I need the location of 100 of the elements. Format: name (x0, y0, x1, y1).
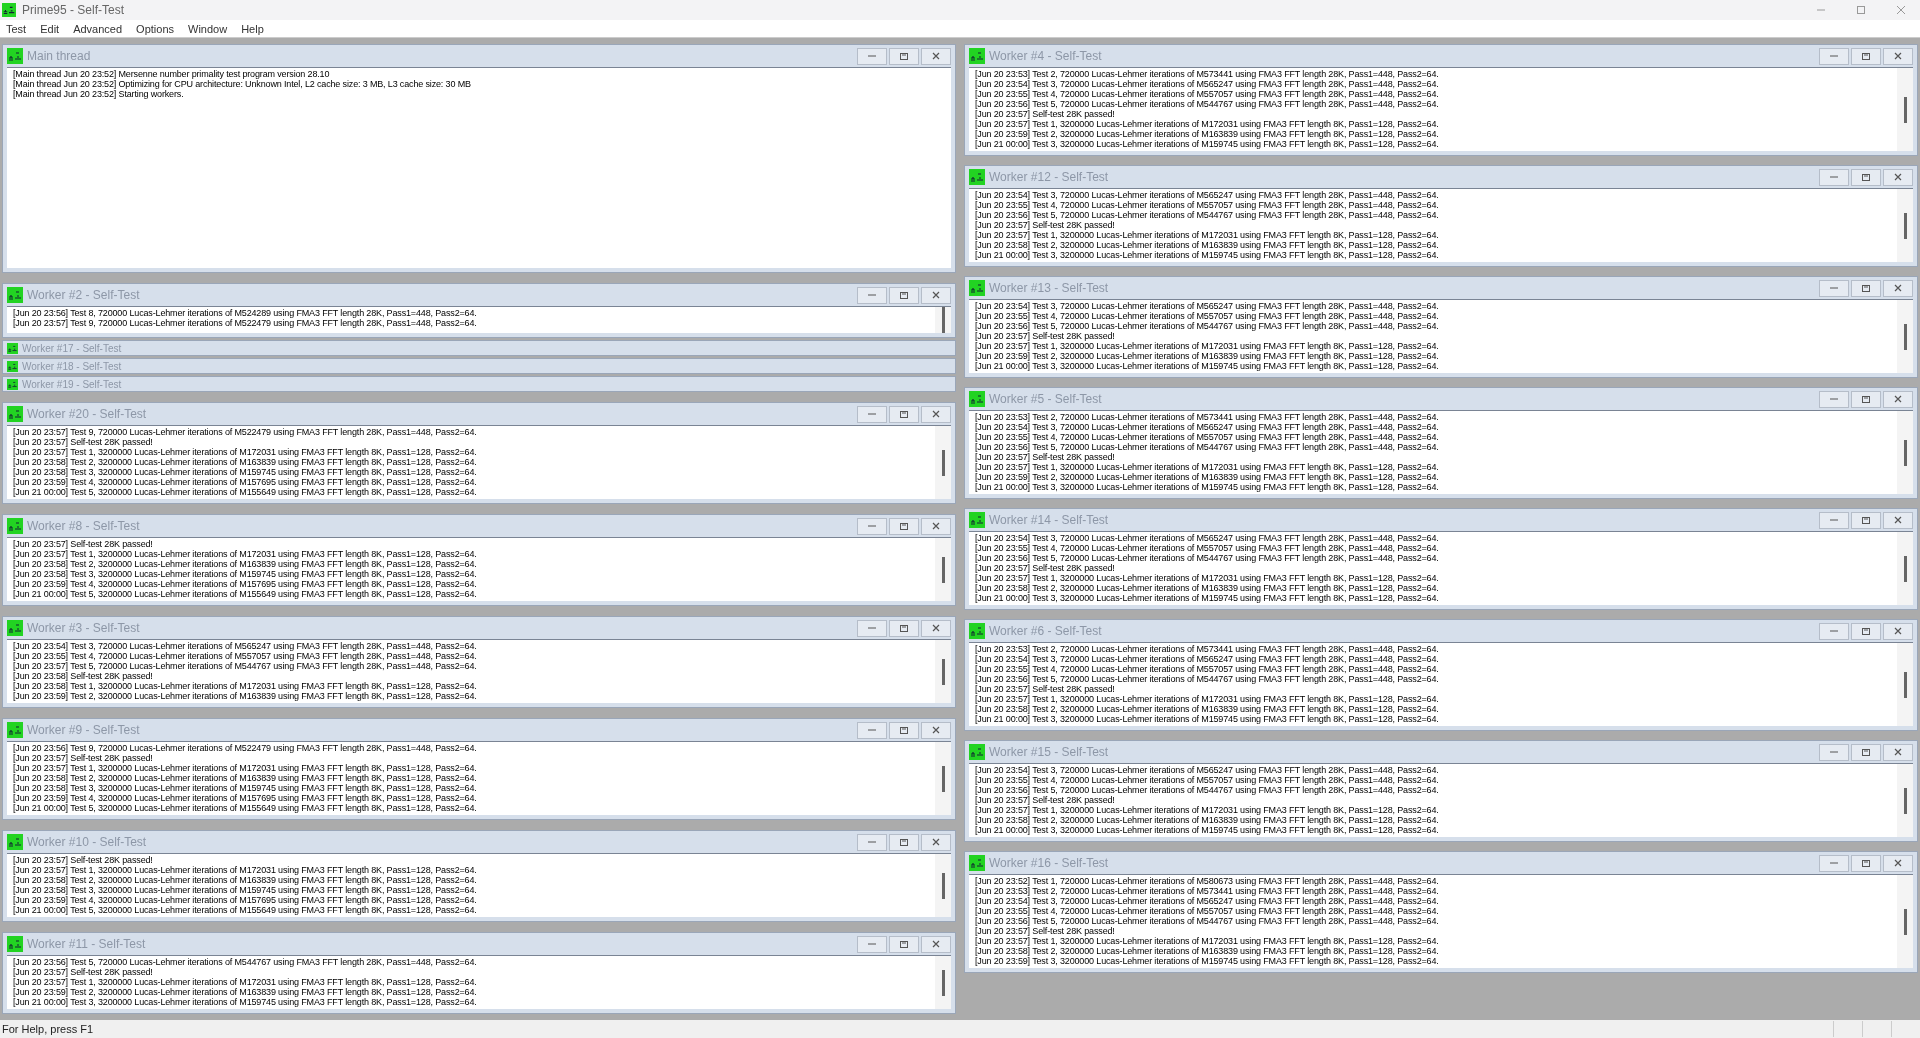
restore-button[interactable] (889, 47, 919, 65)
log-line: [Jun 21 00:00] Test 3, 3200000 Lucas-Lehmer iterations of M159745 using FMA3 FFT length 8K, Pass1=128, Pass2=64. (975, 139, 1440, 149)
log-line: [Jun 20 23:55] Test 4, 720000 Lucas-Lehmer iterations of M557057 using FMA3 FFT length 28K, Pass1=448, Pass2=64. (13, 651, 478, 661)
restore-button[interactable] (1851, 279, 1881, 297)
restore-button[interactable] (1851, 390, 1881, 408)
log-line: [Jun 20 23:54] Test 3, 720000 Lucas-Lehmer iterations of M565247 using FMA3 FFT length 28K, Pass1=448, Pass2=64. (975, 190, 1440, 200)
close-button[interactable] (1883, 854, 1913, 872)
scrollbar[interactable] (935, 426, 951, 499)
log-line: [Jun 20 23:57] Test 1, 3200000 Lucas-Lehmer iterations of M172031 using FMA3 FFT length 8K, Pass1=128, Pass2=64. (13, 977, 478, 987)
app-icon (7, 406, 23, 422)
close-icon (931, 837, 941, 847)
close-button[interactable] (921, 619, 951, 637)
window-title: Worker #8 - Self-Test (27, 519, 140, 533)
close-button[interactable] (1883, 168, 1913, 186)
scrollbar[interactable] (935, 854, 951, 917)
app-icon (7, 620, 23, 636)
close-icon (1893, 394, 1903, 404)
scrollbar[interactable] (1897, 189, 1913, 262)
log-line: [Jun 20 23:56] Test 9, 720000 Lucas-Lehmer iterations of M522479 using FMA3 FFT length 28K, Pass1=448, Pass2=64. (13, 743, 478, 753)
log-line: [Jun 20 23:56] Test 5, 720000 Lucas-Lehmer iterations of M544767 using FMA3 FFT length 28K, Pass1=448, Pass2=64. (975, 916, 1440, 926)
window-title: Worker #6 - Self-Test (989, 624, 1102, 638)
close-button[interactable] (921, 517, 951, 535)
restore-button[interactable] (889, 286, 919, 304)
app-icon (969, 512, 985, 528)
scrollbar[interactable] (1897, 300, 1913, 373)
close-icon (1893, 51, 1903, 61)
close-button[interactable] (1883, 390, 1913, 408)
log-line: [Jun 20 23:57] Test 1, 3200000 Lucas-Lehmer iterations of M172031 using FMA3 FFT length 8K, Pass1=128, Pass2=64. (975, 230, 1440, 240)
log-line: [Jun 20 23:54] Test 3, 720000 Lucas-Lehmer iterations of M565247 using FMA3 FFT length 28K, Pass1=448, Pass2=64. (975, 79, 1440, 89)
app-icon (7, 378, 18, 390)
log-line: [Jun 21 00:00] Test 5, 3200000 Lucas-Lehmer iterations of M155649 using FMA3 FFT length 8K, Pass1=128, Pass2=64. (13, 905, 478, 915)
log-line: [Jun 20 23:59] Test 2, 3200000 Lucas-Lehmer iterations of M163839 using FMA3 FFT length 8K, Pass1=128, Pass2=64. (13, 987, 478, 997)
restore-icon (899, 725, 909, 735)
restore-button[interactable] (1851, 168, 1881, 186)
window-title: Worker #17 - Self-Test (22, 342, 122, 354)
maximize-icon[interactable] (1856, 5, 1866, 15)
log-line: [Jun 20 23:56] Test 8, 720000 Lucas-Lehmer iterations of M524289 using FMA3 FFT length 28K, Pass1=448, Pass2=64. (13, 308, 478, 318)
menu-item[interactable]: Edit (40, 22, 60, 35)
close-button[interactable] (921, 721, 951, 739)
menu-item[interactable]: Window (188, 22, 228, 35)
restore-icon (899, 521, 909, 531)
close-button[interactable] (921, 47, 951, 65)
menu-item[interactable]: Test (6, 22, 27, 35)
restore-button[interactable] (1851, 622, 1881, 640)
log-line: [Jun 20 23:56] Test 5, 720000 Lucas-Lehmer iterations of M544767 using FMA3 FFT length 28K, Pass1=448, Pass2=64. (975, 553, 1440, 563)
log-line: [Jun 20 23:55] Test 4, 720000 Lucas-Lehmer iterations of M557057 using FMA3 FFT length 28K, Pass1=448, Pass2=64. (975, 432, 1440, 442)
log-line: [Jun 20 23:53] Test 2, 720000 Lucas-Lehmer iterations of M573441 using FMA3 FFT length 28K, Pass1=448, Pass2=64. (975, 886, 1440, 896)
scrollbar[interactable] (1897, 532, 1913, 605)
log-line: [Jun 20 23:57] Test 1, 3200000 Lucas-Lehmer iterations of M172031 using FMA3 FFT length 8K, Pass1=128, Pass2=64. (13, 549, 478, 559)
log-line: [Jun 20 23:56] Test 5, 720000 Lucas-Lehmer iterations of M544767 using FMA3 FFT length 28K, Pass1=448, Pass2=64. (975, 442, 1440, 452)
app-icon (7, 342, 18, 354)
window-title: Worker #2 - Self-Test (27, 288, 140, 302)
restore-button[interactable] (889, 405, 919, 423)
scrollbar[interactable] (935, 956, 951, 1009)
scrollbar[interactable] (1897, 411, 1913, 494)
close-button[interactable] (1883, 279, 1913, 297)
log-line: [Jun 20 23:54] Test 3, 720000 Lucas-Lehmer iterations of M565247 using FMA3 FFT length 28K, Pass1=448, Pass2=64. (975, 896, 1440, 906)
scrollbar[interactable] (1897, 68, 1913, 151)
restore-button[interactable] (1851, 854, 1881, 872)
close-button[interactable] (1883, 622, 1913, 640)
app-icon (969, 280, 985, 296)
close-button[interactable] (921, 405, 951, 423)
menu-item[interactable]: Options (136, 22, 174, 35)
log-line: [Jun 20 23:55] Test 4, 720000 Lucas-Lehmer iterations of M557057 using FMA3 FFT length 28K, Pass1=448, Pass2=64. (975, 543, 1440, 553)
restore-button[interactable] (889, 517, 919, 535)
restore-button[interactable] (889, 721, 919, 739)
scrollbar[interactable] (935, 742, 951, 815)
close-icon[interactable] (1896, 5, 1906, 15)
scrollbar[interactable] (935, 307, 951, 333)
close-button[interactable] (921, 935, 951, 953)
window-title: Worker #4 - Self-Test (989, 49, 1102, 63)
scrollbar[interactable] (935, 538, 951, 601)
scrollbar[interactable] (1897, 643, 1913, 726)
restore-button[interactable] (1851, 511, 1881, 529)
close-button[interactable] (1883, 511, 1913, 529)
restore-icon (1861, 747, 1871, 757)
close-button[interactable] (921, 833, 951, 851)
restore-button[interactable] (889, 619, 919, 637)
log-line: [Main thread Jun 20 23:52] Mersenne number primality test program version 28.10 (13, 69, 331, 79)
menu-item[interactable]: Advanced (73, 22, 123, 35)
close-button[interactable] (1883, 743, 1913, 761)
restore-icon (1861, 51, 1871, 61)
menu-item[interactable]: Help (241, 22, 264, 35)
close-button[interactable] (1883, 47, 1913, 65)
restore-button[interactable] (889, 935, 919, 953)
log-line: [Jun 20 23:58] Test 2, 3200000 Lucas-Lehmer iterations of M163839 using FMA3 FFT length 8K, Pass1=128, Pass2=64. (13, 773, 478, 783)
scrollbar[interactable] (1897, 875, 1913, 968)
log-line: [Jun 20 23:59] Test 4, 3200000 Lucas-Lehmer iterations of M157695 using FMA3 FFT length 8K, Pass1=128, Pass2=64. (13, 895, 478, 905)
log-line: [Jun 20 23:57] Test 1, 3200000 Lucas-Lehmer iterations of M172031 using FMA3 FFT length 8K, Pass1=128, Pass2=64. (13, 447, 478, 457)
restore-button[interactable] (1851, 47, 1881, 65)
restore-button[interactable] (889, 833, 919, 851)
close-icon (1893, 515, 1903, 525)
status-text: For Help, press F1 (1, 1023, 94, 1035)
log-line: [Jun 21 00:00] Test 3, 3200000 Lucas-Lehmer iterations of M159745 using FMA3 FFT length 8K, Pass1=128, Pass2=64. (975, 361, 1440, 371)
scrollbar[interactable] (935, 640, 951, 703)
log-line: [Jun 20 23:53] Test 2, 720000 Lucas-Lehmer iterations of M573441 using FMA3 FFT length 28K, Pass1=448, Pass2=64. (975, 69, 1440, 79)
log-line: [Jun 20 23:57] Self-test 28K passed! (13, 753, 154, 763)
close-button[interactable] (921, 286, 951, 304)
scrollbar[interactable] (1897, 764, 1913, 837)
restore-button[interactable] (1851, 743, 1881, 761)
